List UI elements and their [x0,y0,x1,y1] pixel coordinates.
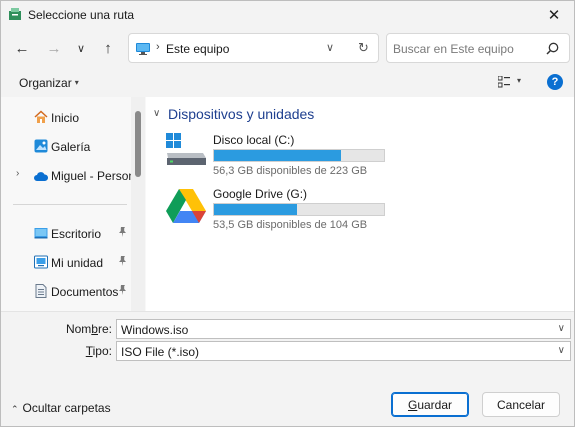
drive-name: Disco local (C:) [213,133,295,147]
filename-value[interactable]: Windows.iso [121,323,188,337]
command-bar: Organizar ▾ ▾ ? [1,67,574,97]
breadcrumb-separator: › [156,41,160,53]
sidebar-item-mi-unidad[interactable]: Mi unidad [1,249,131,275]
forward-button[interactable]: → [43,37,65,59]
organize-label: Organizar [19,76,72,90]
arrow-up-icon: ↑ [104,39,112,57]
sidebar-item-label: Inicio [51,111,80,125]
file-list-pane: ∨ Dispositivos y unidades Disco local (C… [146,97,574,311]
sidebar-item-escritorio[interactable]: Escritorio [1,220,131,246]
organize-button[interactable]: Organizar ▾ [19,76,79,90]
pin-icon[interactable] [118,285,127,298]
filename-label: Nombre: [65,322,112,336]
caret-down-icon: ▾ [74,78,79,87]
view-options-icon[interactable] [498,76,510,88]
documents-icon [35,284,47,298]
help-glyph: ? [551,76,559,88]
pin-icon[interactable] [118,256,127,269]
cancel-button[interactable]: Cancelar [482,392,560,417]
collapse-group-icon[interactable]: ∨ [153,108,160,119]
breadcrumb-location[interactable]: Este equipo [166,42,229,56]
sidebar-item-label: Miguel - Personal [51,169,131,183]
sidebar-scrollbar[interactable] [131,97,145,311]
filetype-label: Tipo: [85,344,112,358]
scrollbar-thumb[interactable] [135,111,141,177]
drive-usage-bar [213,203,385,216]
back-button[interactable]: ← [11,37,33,59]
hide-folders-label: Ocultar carpetas [22,401,111,415]
chevron-down-icon[interactable]: ∨ [558,345,565,356]
view-dropdown-icon[interactable]: ▾ [517,76,521,85]
drive-free-space: 56,3 GB disponibles de 223 GB [213,165,368,177]
arrow-right-icon: → [46,39,62,57]
close-button[interactable]: ✕ [534,1,574,29]
navigation-bar: ← → ∨ ↑ › Este equipo ∨ ↻ Buscar en Este… [1,29,574,67]
hide-folders-button[interactable]: ⌃ Ocultar carpetas [11,401,111,415]
sidebar-item-galeria[interactable]: Galería [1,133,131,159]
desktop-icon [34,228,48,239]
sidebar-item-documentos[interactable]: Documentos [1,278,131,304]
search-input[interactable]: Buscar en Este equipo [393,42,514,56]
pin-icon[interactable] [118,227,127,240]
refresh-icon[interactable]: ↻ [358,40,369,56]
sidebar-item-label: Galería [51,140,91,154]
filetype-select[interactable]: ISO File (*.iso) ∨ [116,341,571,361]
address-dropdown-icon[interactable]: ∨ [326,41,334,54]
search-icon [546,42,559,55]
chevron-down-icon[interactable]: ∨ [558,323,565,334]
gallery-icon [34,139,48,153]
filetype-value: ISO File (*.iso) [121,345,200,359]
drive-name: Google Drive (G:) [213,187,308,201]
title-bar: Seleccione una ruta ✕ [1,1,574,29]
sidebar-item-inicio[interactable]: Inicio [1,104,131,130]
address-bar[interactable]: › Este equipo ∨ ↻ [128,33,379,63]
up-button[interactable]: ↑ [97,37,119,59]
recent-locations-button[interactable]: ∨ [70,37,92,59]
navigation-pane: Inicio Galería › Miguel - Personal [1,97,146,311]
drive-usage-bar [213,149,385,162]
content-area: Inicio Galería › Miguel - Personal [1,97,574,311]
group-header[interactable]: Dispositivos y unidades [168,106,314,122]
search-box[interactable]: Buscar en Este equipo [386,33,570,63]
home-icon [34,110,48,123]
drive-usage-fill [214,150,342,161]
this-pc-icon [136,43,150,55]
close-icon: ✕ [547,7,561,24]
drive-folder-icon [34,255,48,269]
google-drive-icon [166,189,206,223]
local-disk-icon [166,133,206,165]
help-icon[interactable]: ? [547,74,563,90]
window-title: Seleccione una ruta [28,8,135,22]
filename-field[interactable]: Windows.iso ∨ [116,319,571,339]
save-dialog: Seleccione una ruta ✕ ← → ∨ ↑ › Este equ… [0,0,575,427]
chevron-right-icon[interactable]: › [16,168,19,179]
arrow-left-icon: ← [14,39,30,57]
cancel-label: Cancelar [496,397,546,412]
drive-item-g[interactable]: Google Drive (G:) 53,5 GB disponibles de… [166,185,396,231]
app-icon [9,8,21,20]
sidebar-item-miguel-personal[interactable]: › Miguel - Personal [1,162,131,188]
save-form: Nombre: Windows.iso ∨ Tipo: ISO File (*.… [1,311,574,366]
save-button[interactable]: Guardar [391,392,469,417]
chevron-down-icon: ∨ [76,42,86,55]
chevron-up-icon: ⌃ [11,404,19,414]
sidebar-divider [13,204,127,205]
onedrive-cloud-icon [34,172,48,181]
dialog-footer: ⌃ Ocultar carpetas Guardar Cancelar [1,366,574,426]
drive-usage-fill [214,204,297,215]
drive-free-space: 53,5 GB disponibles de 104 GB [213,219,368,231]
drive-item-c[interactable]: Disco local (C:) 56,3 GB disponibles de … [166,131,396,177]
